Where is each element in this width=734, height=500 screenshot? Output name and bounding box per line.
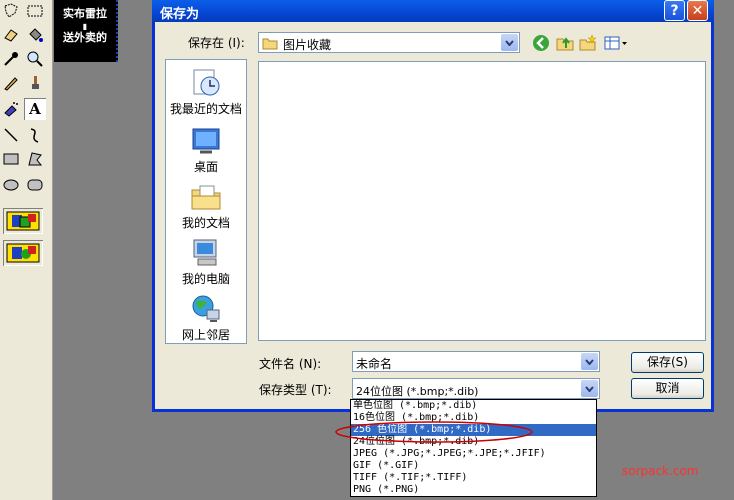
up-folder-icon[interactable] [555,34,575,52]
place-network[interactable]: 网上邻居 [166,294,246,343]
dialog-titlebar[interactable]: 保存为 ? ✕ [152,0,714,22]
filename-input[interactable]: 未命名 [352,351,600,372]
place-label: 桌面 [193,160,218,174]
free-select-icon[interactable] [0,0,22,22]
brush-icon[interactable] [24,72,46,94]
canvas-cursor-icon: ▮ [82,21,88,31]
watermark: sorpack.com [622,464,699,478]
help-button[interactable]: ? [664,0,685,21]
rect-select-icon[interactable] [24,0,46,22]
place-label: 我的电脑 [181,272,230,286]
rectangle-icon[interactable] [0,148,22,170]
filetype-option[interactable]: JPEG (*.JPG;*.JPEG;*.JPE;*.JFIF) [351,448,596,460]
fill-bucket-icon[interactable] [24,24,46,46]
file-list[interactable] [258,61,706,341]
filetype-option[interactable]: TIFF (*.TIF;*.TIFF) [351,472,596,484]
rounded-rect-icon[interactable] [24,174,46,196]
text-transparent-option-icon[interactable] [3,240,43,266]
highlight-ellipse [335,421,533,443]
canvas-image: 实布雷拉 ▮ 送外卖的 [54,0,118,62]
network-icon [192,295,220,322]
desktop-icon [192,128,220,154]
my-documents-icon [191,185,221,210]
canvas-text-line-2: 送外卖的 [63,31,107,44]
my-computer-icon [193,239,217,266]
pencil-icon[interactable] [0,72,22,94]
filename-label: 文件名 (N): [259,357,322,371]
place-recent[interactable]: 我最近的文档 [166,68,246,117]
place-label: 我的文档 [181,216,230,230]
place-desktop[interactable]: 桌面 [166,126,246,175]
filetype-option[interactable]: 单色位图 (*.bmp;*.dib) [351,400,596,412]
ellipse-icon[interactable] [0,174,22,196]
save-in-label: 保存在 (I): [188,36,245,50]
places-bar: 我最近的文档 桌面 我的文档 我的电脑 网上邻居 [165,59,247,344]
canvas-text-line-1: 实布雷拉 [63,7,107,20]
chevron-down-icon[interactable] [581,353,598,370]
curve-icon[interactable] [24,124,46,146]
dialog-title: 保存为 [160,7,200,22]
cancel-button[interactable]: 取消 [631,378,704,399]
place-label: 我最近的文档 [169,102,242,116]
save-in-dropdown[interactable]: 图片收藏 [258,32,520,53]
paint-toolbox: A [0,0,53,500]
folder-icon [262,38,278,50]
chevron-down-icon[interactable] [581,380,598,397]
text-tool-icon[interactable]: A [24,98,46,120]
place-my-computer[interactable]: 我的电脑 [166,238,246,287]
place-my-documents[interactable]: 我的文档 [166,182,246,231]
back-icon[interactable] [531,34,551,52]
place-label: 网上邻居 [181,328,230,342]
eraser-icon[interactable] [0,24,22,46]
save-in-value: 图片收藏 [283,38,332,52]
recent-docs-icon [193,69,220,96]
filetype-dropdown[interactable]: 24位位图 (*.bmp;*.dib) [352,378,600,399]
airbrush-icon[interactable] [0,98,22,120]
close-button[interactable]: ✕ [687,0,708,21]
line-icon[interactable] [0,124,22,146]
new-folder-icon[interactable] [578,34,598,52]
polygon-icon[interactable] [24,148,46,170]
filetype-option[interactable]: GIF (*.GIF) [351,460,596,472]
chevron-down-icon[interactable] [501,34,518,51]
magnifier-icon[interactable] [24,48,46,70]
save-as-dialog: 保存为 ? ✕ 保存在 (I): 图片收藏 我最近的文档 桌面 我的文档 我的电… [152,0,714,412]
filetype-label: 保存类型 (T): [259,383,332,397]
filetype-options-list: 单色位图 (*.bmp;*.dib) 16色位图 (*.bmp;*.dib) 256… [350,399,597,497]
text-opaque-option-icon[interactable] [3,208,43,234]
view-menu-icon[interactable] [603,34,629,52]
filename-value: 未命名 [356,357,393,371]
color-picker-icon[interactable] [0,48,22,70]
save-button[interactable]: 保存(S) [631,352,704,373]
filetype-option[interactable]: PNG (*.PNG) [351,484,596,496]
filetype-value: 24位位图 (*.bmp;*.dib) [356,385,479,398]
